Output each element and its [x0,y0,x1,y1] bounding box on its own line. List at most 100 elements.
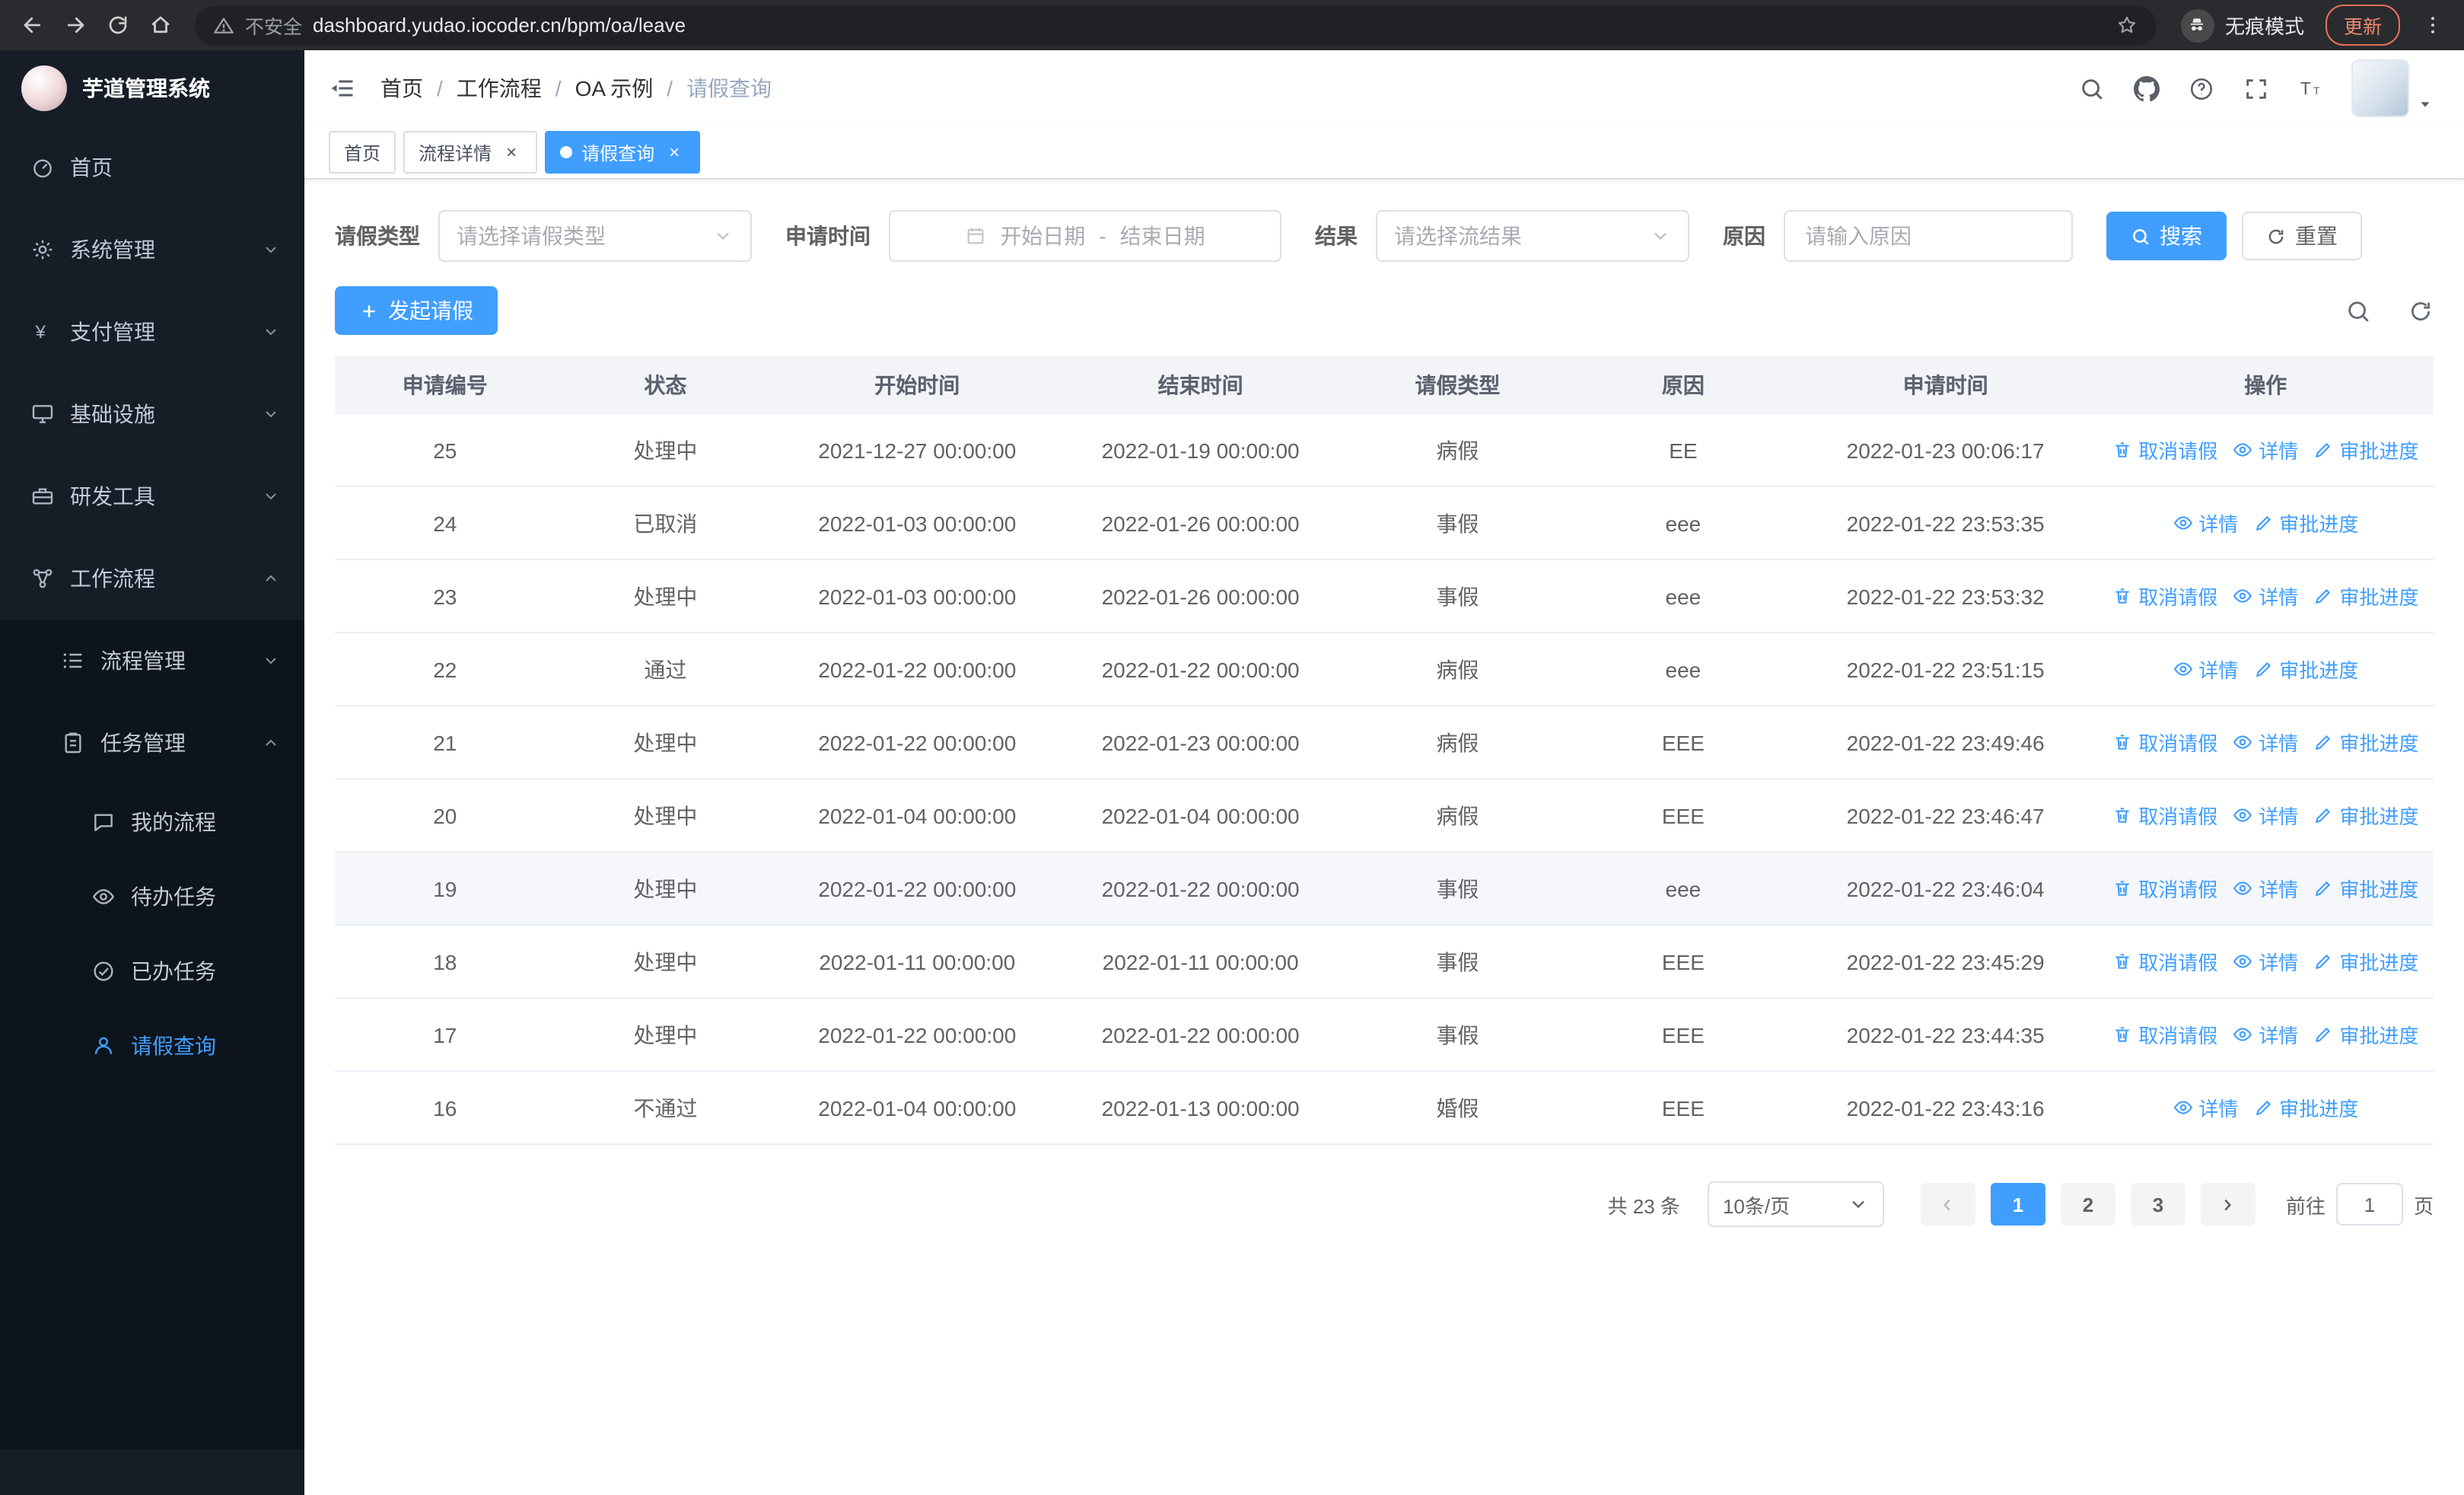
browser-back-button[interactable] [12,5,52,45]
edit-icon [2313,1025,2333,1044]
bookmark-star-icon[interactable] [2115,14,2138,37]
cancel-leave-action[interactable]: 取消请假 [2112,874,2217,903]
approval-progress-action[interactable]: 审批进度 [2313,874,2418,903]
edit-icon [2313,805,2333,825]
action-label: 详情 [2259,586,2299,609]
cancel-leave-action[interactable]: 取消请假 [2112,435,2217,464]
approval-progress-action[interactable]: 审批进度 [2313,582,2418,610]
detail-action[interactable]: 详情 [2233,728,2298,757]
approval-progress-action[interactable]: 审批进度 [2313,435,2418,464]
cancel-leave-action[interactable]: 取消请假 [2112,1020,2217,1049]
detail-action[interactable]: 详情 [2173,655,2238,684]
cell-apply-id: 22 [335,633,556,706]
browser-reload-button[interactable] [97,5,137,45]
sidebar-item-process-management[interactable]: 流程管理 [0,620,304,702]
apply-time-range-picker[interactable]: 开始日期 - 结束日期 [889,210,1281,262]
chevron-right-icon [2225,1198,2232,1210]
sidebar-item-system[interactable]: 系统管理 [0,209,304,291]
reset-button[interactable]: 重置 [2242,212,2362,260]
breadcrumb-item-oa-example[interactable]: OA 示例 [575,73,654,104]
action-label: 审批进度 [2339,586,2419,609]
security-label[interactable]: 不安全 [245,11,302,40]
github-icon[interactable] [2132,75,2160,102]
detail-action[interactable]: 详情 [2173,1093,2238,1122]
reason-input[interactable] [1802,222,2055,250]
approval-progress-action[interactable]: 审批进度 [2313,1020,2418,1049]
approval-progress-action[interactable]: 审批进度 [2313,947,2418,976]
browser-forward-button[interactable] [55,5,94,45]
sidebar-item-label: 待办任务 [131,884,216,908]
detail-action[interactable]: 详情 [2233,947,2298,976]
sidebar-item-workflow[interactable]: 工作流程 [0,537,304,620]
cell-apply-time: 2022-01-22 23:46:47 [1793,779,2098,853]
sidebar-collapse-button[interactable] [304,50,380,126]
sidebar-item-dev-tools[interactable]: 研发工具 [0,455,304,537]
col-reason: 原因 [1573,356,1794,414]
breadcrumb-item-workflow[interactable]: 工作流程 [457,73,542,104]
sidebar-item-label: 流程管理 [100,649,186,673]
user-menu[interactable] [2351,59,2434,117]
page-button-3[interactable]: 3 [2130,1183,2185,1226]
table-row: 25 处理中 2021-12-27 00:00:00 2022-01-19 00:00… [335,413,2434,487]
font-size-icon[interactable]: TT [2297,75,2324,102]
search-button[interactable]: 搜索 [2106,212,2227,260]
view-icon [2233,440,2252,460]
action-label: 详情 [2198,659,2239,682]
detail-action[interactable]: 详情 [2233,1020,2298,1049]
sidebar-item-done-tasks[interactable]: 已办任务 [0,933,304,1008]
tab-home[interactable]: 首页 [329,131,396,174]
page-button-2[interactable]: 2 [2060,1183,2115,1226]
close-icon[interactable]: × [501,142,522,163]
detail-action[interactable]: 详情 [2233,874,2298,903]
chrome-update-button[interactable]: 更新 [2325,5,2400,46]
approval-progress-action[interactable]: 审批进度 [2253,508,2358,537]
refresh-table-icon[interactable] [2408,298,2434,324]
sidebar-item-my-process[interactable]: 我的流程 [0,784,304,859]
detail-action[interactable]: 详情 [2233,435,2298,464]
approval-progress-action[interactable]: 审批进度 [2313,728,2418,757]
detail-action[interactable]: 详情 [2233,801,2298,830]
result-select[interactable]: 请选择流结果 [1376,210,1689,262]
fullscreen-icon[interactable] [2242,75,2269,102]
breadcrumb-item-home[interactable]: 首页 [380,73,423,104]
cell-start-time: 2022-01-22 00:00:00 [775,633,1059,706]
cell-status: 处理中 [555,998,776,1072]
approval-progress-action[interactable]: 审批进度 [2313,801,2418,830]
toggle-search-icon[interactable] [2345,298,2371,324]
create-leave-button[interactable]: 发起请假 [335,286,498,335]
tab-leave-query[interactable]: 请假查询 × [545,131,701,174]
sidebar-item-leave-query[interactable]: 请假查询 [0,1008,304,1082]
app-logo[interactable]: 芋道管理系统 [0,50,304,126]
prev-page-button[interactable] [1920,1183,1975,1226]
cell-end-time: 2022-01-22 00:00:00 [1059,633,1342,706]
cell-leave-type: 事假 [1342,559,1574,633]
page-size-select[interactable]: 10条/页 [1707,1181,1884,1227]
address-bar[interactable]: 不安全 dashboard.yudao.iocoder.cn/bpm/oa/le… [195,5,2157,45]
goto-page-input[interactable] [2335,1183,2403,1226]
cancel-leave-action[interactable]: 取消请假 [2112,801,2217,830]
cell-end-time: 2022-01-22 00:00:00 [1059,998,1342,1072]
cancel-leave-action[interactable]: 取消请假 [2112,582,2217,610]
leave-type-select[interactable]: 请选择请假类型 [438,210,752,262]
browser-menu-button[interactable] [2412,5,2452,45]
close-icon[interactable]: × [664,142,685,163]
search-icon[interactable] [2077,75,2105,102]
sidebar-item-payment[interactable]: ¥ 支付管理 [0,291,304,373]
cell-start-time: 2022-01-22 00:00:00 [775,998,1059,1072]
approval-progress-action[interactable]: 审批进度 [2253,1093,2358,1122]
detail-action[interactable]: 详情 [2233,582,2298,610]
help-icon[interactable] [2187,75,2214,102]
tab-process-detail[interactable]: 流程详情 × [403,131,538,174]
browser-home-button[interactable] [140,5,180,45]
sidebar-item-home[interactable]: 首页 [0,126,304,209]
next-page-button[interactable] [2200,1183,2255,1226]
page-button-1[interactable]: 1 [1990,1183,2045,1226]
sidebar-item-todo-tasks[interactable]: 待办任务 [0,859,304,933]
sidebar-item-task-management[interactable]: 任务管理 [0,702,304,784]
sidebar-item-infrastructure[interactable]: 基础设施 [0,373,304,455]
cancel-leave-action[interactable]: 取消请假 [2112,728,2217,757]
cancel-leave-action[interactable]: 取消请假 [2112,947,2217,976]
approval-progress-action[interactable]: 审批进度 [2253,655,2358,684]
url-text[interactable]: dashboard.yudao.iocoder.cn/bpm/oa/leave [313,14,2105,37]
detail-action[interactable]: 详情 [2173,508,2238,537]
